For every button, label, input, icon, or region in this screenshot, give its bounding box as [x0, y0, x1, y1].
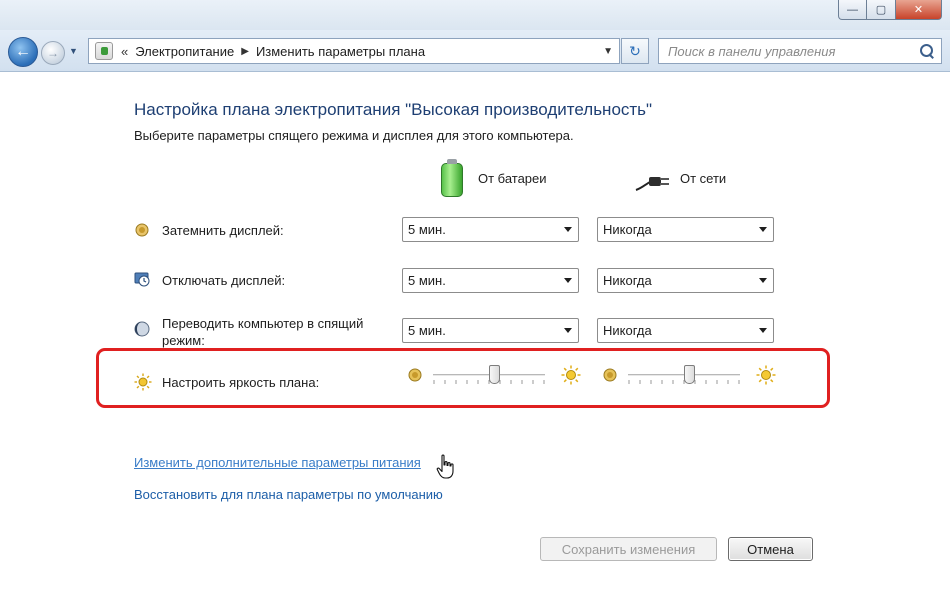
breadcrumb-edit-plan-settings[interactable]: Изменить параметры плана	[256, 44, 425, 59]
content-area: Настройка плана электропитания "Высокая …	[0, 73, 950, 592]
breadcrumb-separator-icon[interactable]: ▶	[241, 46, 249, 57]
select-value: 5 мин.	[408, 323, 446, 338]
hand-cursor-icon	[436, 454, 454, 479]
page-subtitle: Выберите параметры спящего режима и дисп…	[134, 128, 574, 143]
control-panel-icon	[95, 42, 113, 60]
sleep-icon	[134, 321, 150, 337]
setting-label-sleep: Переводить компьютер в спящий режим:	[162, 316, 364, 348]
chevron-down-icon	[759, 278, 767, 283]
sleep-plugged-select[interactable]: Никогда	[597, 318, 774, 343]
back-button[interactable]: ←	[8, 37, 38, 67]
chevron-down-icon	[564, 227, 572, 232]
brightness-plugged-slider[interactable]	[602, 363, 778, 387]
slider-thumb[interactable]	[489, 365, 501, 384]
sleep-battery-select[interactable]: 5 мин.	[402, 318, 579, 343]
column-header-battery: От батареи	[478, 171, 547, 186]
title-bar: — ▢ ✕	[0, 0, 950, 30]
refresh-icon: ↻	[629, 42, 641, 59]
search-input[interactable]: Поиск в панели управления	[658, 38, 942, 64]
chevron-down-icon	[759, 227, 767, 232]
advanced-power-settings-link[interactable]: Изменить дополнительные параметры питани…	[134, 455, 421, 470]
column-header-plugged: От сети	[680, 171, 727, 186]
save-changes-button[interactable]: Сохранить изменения	[540, 537, 717, 561]
chevron-down-icon	[564, 278, 572, 283]
select-value: 5 мин.	[408, 222, 446, 237]
select-value: Никогда	[603, 273, 652, 288]
chevron-down-icon	[759, 328, 767, 333]
window-controls: — ▢ ✕	[838, 0, 942, 20]
restore-defaults-link[interactable]: Восстановить для плана параметры по умол…	[134, 487, 443, 502]
bright-sun-icon	[756, 365, 776, 385]
battery-icon	[441, 159, 463, 197]
navigation-bar: ← → ▼ « Электропитание ▶ Изменить параме…	[0, 30, 950, 72]
cancel-button[interactable]: Отмена	[728, 537, 813, 561]
power-plug-icon	[635, 177, 669, 191]
setting-label-brightness: Настроить яркость плана:	[162, 375, 320, 390]
minimize-button[interactable]: —	[838, 0, 867, 20]
close-button[interactable]: ✕	[896, 0, 942, 20]
select-value: Никогда	[603, 323, 652, 338]
dim-sun-icon	[408, 368, 422, 382]
select-value: Никогда	[603, 222, 652, 237]
chevron-down-icon	[564, 328, 572, 333]
slider-thumb[interactable]	[684, 365, 696, 384]
dim-sun-icon	[603, 368, 617, 382]
dim-display-battery-select[interactable]: 5 мин.	[402, 217, 579, 242]
brightness-battery-slider[interactable]	[407, 363, 583, 387]
brightness-sun-icon	[134, 373, 152, 391]
bright-sun-icon	[561, 365, 581, 385]
recent-pages-dropdown-icon[interactable]: ▼	[69, 46, 78, 56]
breadcrumb-overflow-icon[interactable]: «	[121, 44, 128, 59]
turn-off-display-icon	[134, 272, 150, 287]
select-value: 5 мин.	[408, 273, 446, 288]
maximize-button[interactable]: ▢	[867, 0, 896, 20]
search-icon[interactable]	[920, 44, 934, 58]
setting-label-dim-display: Затемнить дисплей:	[162, 223, 284, 238]
forward-button[interactable]: →	[41, 41, 65, 65]
address-bar[interactable]: « Электропитание ▶ Изменить параметры пл…	[88, 38, 620, 64]
breadcrumb-power-options[interactable]: Электропитание	[135, 44, 234, 59]
dim-display-icon	[135, 223, 149, 237]
dim-display-plugged-select[interactable]: Никогда	[597, 217, 774, 242]
setting-label-turn-off-display: Отключать дисплей:	[162, 273, 286, 288]
address-dropdown-icon[interactable]: ▼	[603, 46, 613, 57]
turn-off-display-battery-select[interactable]: 5 мин.	[402, 268, 579, 293]
search-placeholder: Поиск в панели управления	[668, 43, 836, 59]
page-title: Настройка плана электропитания "Высокая …	[134, 100, 653, 119]
refresh-button[interactable]: ↻	[621, 38, 649, 64]
turn-off-display-plugged-select[interactable]: Никогда	[597, 268, 774, 293]
